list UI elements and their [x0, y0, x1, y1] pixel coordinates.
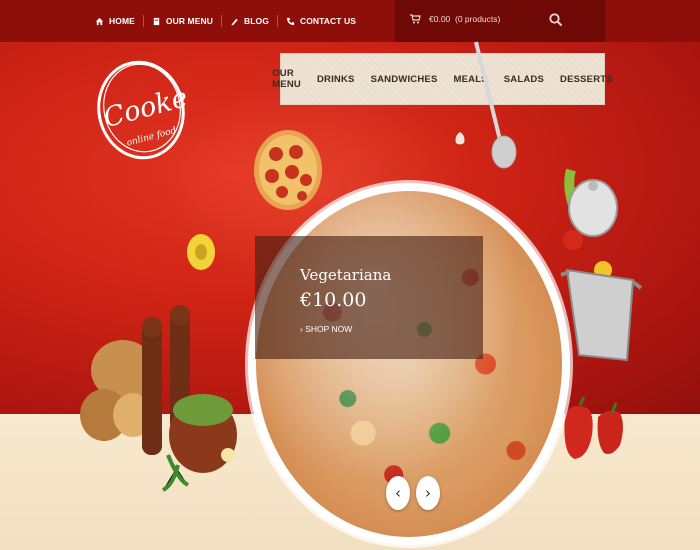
top-nav-home-label: HOME [109, 16, 135, 26]
main-nav-sandwiches[interactable]: SANDWICHES [371, 74, 438, 85]
search-icon[interactable] [548, 12, 564, 28]
main-nav-our-menu[interactable]: OUR MENU [272, 68, 301, 90]
divider [142, 15, 144, 27]
red-peppers-image [564, 396, 623, 459]
cooking-pot-image [560, 168, 643, 362]
main-nav-desserts[interactable]: DESSERTS [560, 74, 613, 85]
garlic-image [455, 132, 465, 145]
top-nav-blog[interactable]: BLOG [230, 16, 269, 26]
ladle-image [474, 41, 517, 169]
cooker-logo[interactable]: Cooker online food [96, 58, 186, 162]
chevron-right-icon: › [425, 484, 431, 502]
top-nav-our-menu-label: OUR MENU [165, 16, 213, 26]
cart-bar: €0.00 (0 products) [395, 0, 605, 42]
cart-summary[interactable]: €0.00 (0 products) [410, 14, 500, 24]
top-nav: HOME OUR MENU BLOG CONTACT US [95, 0, 356, 42]
shop-now-link[interactable]: › SHOP NOW [300, 324, 352, 334]
slider-next-button[interactable]: › [416, 476, 440, 510]
top-nav-contact[interactable]: CONTACT US [286, 16, 356, 26]
slide-caption: Vegetariana €10.00 › SHOP NOW [255, 236, 483, 359]
pencil-icon [231, 18, 238, 25]
main-nav-drinks[interactable]: DRINKS [317, 74, 355, 85]
top-nav-contact-label: CONTACT US [299, 16, 357, 26]
book-icon [153, 17, 160, 25]
divider [220, 15, 222, 27]
cart-icon [410, 14, 421, 24]
slide-title: Vegetariana [300, 266, 392, 284]
phone-icon [286, 17, 295, 25]
cart-label: €0.00 (0 products) [429, 14, 501, 24]
banana-pepper-ring-image [187, 234, 215, 270]
slide-price: €10.00 [300, 289, 367, 311]
chevron-left-icon: ‹ [395, 484, 401, 502]
divider [276, 15, 278, 27]
slider-prev-button[interactable]: ‹ [386, 476, 410, 510]
top-nav-blog-label: BLOG [243, 16, 269, 26]
pepperoni-pizza-image [254, 130, 322, 210]
top-nav-our-menu[interactable]: OUR MENU [152, 16, 213, 26]
top-nav-home[interactable]: HOME [95, 16, 135, 26]
main-nav: OUR MENU DRINKS SANDWICHES MEALS SALADS … [272, 53, 613, 105]
bread-and-spices-image [80, 305, 237, 492]
home-icon [95, 17, 104, 25]
